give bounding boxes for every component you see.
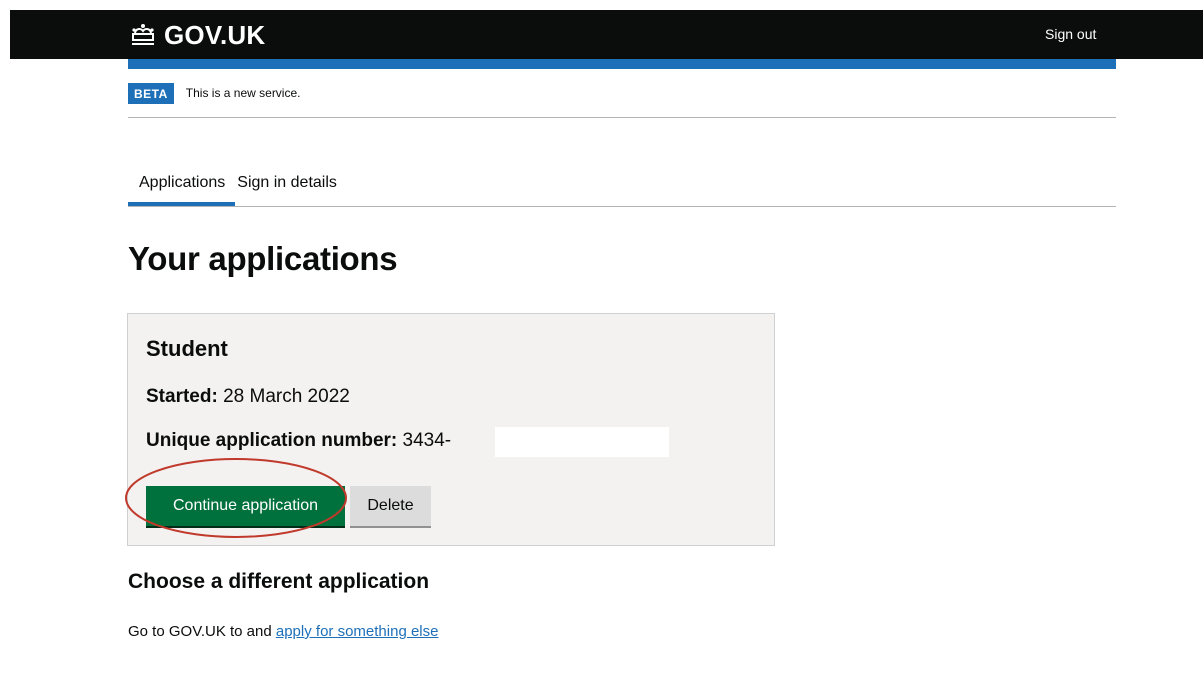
delete-button[interactable]: Delete: [350, 486, 431, 526]
application-number-value: 3434-: [402, 430, 452, 451]
tab-sign-in-details[interactable]: Sign in details: [235, 164, 347, 205]
header-bar: GOV.UK Sign out: [10, 10, 1203, 59]
started-row: Started: 28 March 2022: [146, 386, 350, 408]
tab-applications[interactable]: Applications: [128, 164, 236, 206]
logo-text: GOV.UK: [164, 19, 266, 50]
phase-banner: BETA This is a new service.: [128, 69, 1116, 118]
redaction-box: [495, 427, 669, 457]
apply-something-else-link[interactable]: apply for something else: [276, 623, 439, 640]
continue-application-button[interactable]: Continue application: [146, 486, 345, 526]
phase-banner-text: This is a new service.: [185, 86, 301, 100]
application-number-label: Unique application number:: [146, 430, 398, 451]
application-type: Student: [146, 336, 228, 361]
beta-tag: BETA: [128, 82, 174, 104]
started-label: Started:: [146, 386, 218, 407]
application-number-row: Unique application number: 3434-: [146, 430, 451, 452]
different-application-prefix: Go to GOV.UK to and: [128, 623, 272, 640]
different-application-text: Go to GOV.UK to and apply for something …: [128, 623, 438, 640]
different-application-heading: Choose a different application: [128, 570, 430, 593]
sign-out-link[interactable]: Sign out: [1045, 26, 1096, 42]
header-blue-rule: [128, 59, 1116, 69]
tab-list: Applications Sign in details: [128, 164, 1116, 207]
application-card: Student Started: 28 March 2022 Unique ap…: [127, 313, 775, 546]
page-title: Your applications: [128, 240, 398, 277]
started-value: 28 March 2022: [223, 386, 350, 407]
govuk-logo-link[interactable]: GOV.UK: [128, 19, 265, 51]
crown-icon: [132, 24, 154, 45]
